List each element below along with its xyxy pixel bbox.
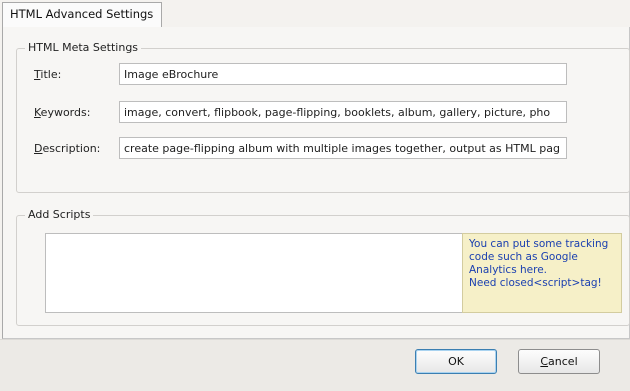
tab-strip: HTML Advanced Settings xyxy=(0,0,630,28)
keywords-input[interactable] xyxy=(119,101,567,123)
hint-line: You can put some tracking xyxy=(469,238,609,250)
hint-line: Need closed<script>tag! xyxy=(469,277,602,289)
html-meta-settings-group: HTML Meta Settings Title: Keywords: Desc… xyxy=(16,41,630,193)
keywords-label: Keywords: xyxy=(34,106,91,119)
ok-button[interactable]: OK xyxy=(415,349,497,374)
tab-html-advanced-settings[interactable]: HTML Advanced Settings xyxy=(2,2,162,28)
title-label: Title: xyxy=(34,68,62,81)
hint-line: Analytics here. xyxy=(469,264,548,276)
hint-line: code such as Google xyxy=(469,251,578,263)
scripts-textarea[interactable] xyxy=(45,233,477,313)
html-advanced-settings-dialog: HTML Advanced Settings HTML Meta Setting… xyxy=(0,0,630,391)
dialog-button-bar: OK Cancel xyxy=(0,339,630,391)
cancel-button[interactable]: Cancel xyxy=(518,349,600,374)
add-scripts-legend: Add Scripts xyxy=(25,208,94,221)
description-label: Description: xyxy=(34,142,101,155)
title-input[interactable] xyxy=(119,63,567,85)
description-input[interactable] xyxy=(119,137,567,159)
tracking-code-hint: You can put some tracking code such as G… xyxy=(462,233,622,313)
add-scripts-group: Add Scripts You can put some tracking co… xyxy=(16,208,630,326)
html-meta-settings-legend: HTML Meta Settings xyxy=(25,41,142,54)
